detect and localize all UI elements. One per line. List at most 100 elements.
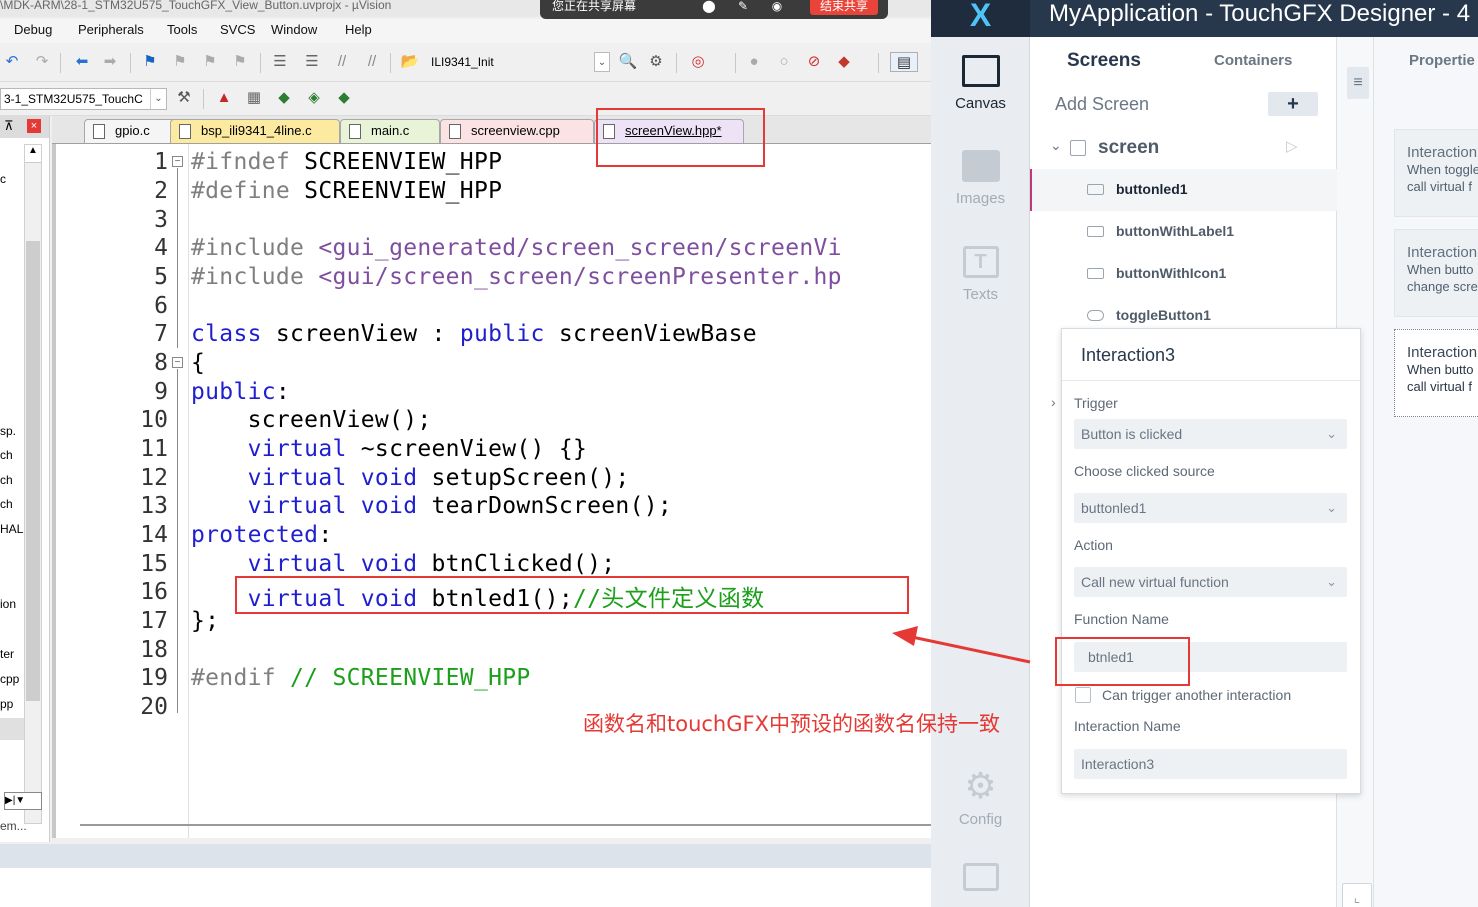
toggle-icon[interactable]: ⬤ bbox=[698, 0, 720, 14]
menu-debug[interactable]: Debug bbox=[14, 22, 52, 38]
code-line: #include <gui_generated/screen_screen/sc… bbox=[191, 235, 842, 261]
chevron-right-icon[interactable]: › bbox=[1051, 394, 1056, 410]
menu-window[interactable]: Window bbox=[271, 22, 317, 38]
redo-icon[interactable]: ↷ bbox=[32, 52, 52, 72]
project-item[interactable]: pp bbox=[0, 697, 13, 711]
annotation-box-function bbox=[1055, 637, 1190, 686]
interaction-name-label: Interaction Name bbox=[1074, 718, 1181, 734]
pack-installer-icon[interactable]: ◆ bbox=[334, 88, 354, 108]
resize-icon[interactable]: ⌞ bbox=[1342, 883, 1372, 907]
tab-bsp-ili9341[interactable]: bsp_ili9341_4line.c bbox=[170, 119, 340, 143]
bookmark-clear-icon[interactable]: ⚑ bbox=[230, 52, 250, 72]
pen-icon[interactable]: ✎ bbox=[732, 0, 754, 14]
project-item[interactable]: c bbox=[0, 172, 6, 186]
breakpoint-kill-icon[interactable]: ⊘ bbox=[804, 52, 824, 72]
play-icon[interactable]: ▷ bbox=[1286, 137, 1298, 155]
find-in-files-icon[interactable]: 📂 bbox=[400, 52, 420, 72]
menu-help[interactable]: Help bbox=[345, 22, 372, 38]
code-token: virtual void bbox=[191, 465, 418, 491]
project-item[interactable]: sp. bbox=[0, 424, 16, 438]
debug-session-icon[interactable]: ◎ bbox=[688, 52, 708, 72]
project-item[interactable]: ter bbox=[0, 647, 14, 661]
project-item[interactable]: em... bbox=[0, 819, 27, 833]
menu-svcs[interactable]: SVCS bbox=[220, 22, 255, 38]
comment-icon[interactable]: // bbox=[332, 52, 352, 72]
project-item[interactable]: ch bbox=[0, 448, 13, 462]
manage-packs-icon[interactable]: ▦ bbox=[244, 88, 264, 108]
bookmark-prev-icon[interactable]: ⚑ bbox=[170, 52, 190, 72]
breakpoint-disable-icon[interactable]: ○ bbox=[774, 52, 794, 72]
trigger-another-checkbox[interactable] bbox=[1075, 687, 1091, 703]
menu-icon[interactable]: ≡ bbox=[1347, 67, 1369, 99]
forward-icon[interactable]: ➡ bbox=[100, 52, 120, 72]
properties-title: Propertie bbox=[1409, 52, 1475, 69]
nav-config[interactable]: ⚙ Config bbox=[931, 767, 1030, 829]
rte-icon[interactable]: ◈ bbox=[304, 88, 324, 108]
tab-screenview-cpp[interactable]: screenview.cpp bbox=[440, 119, 594, 143]
menu-tools[interactable]: Tools bbox=[167, 22, 197, 38]
scroll-thumb[interactable] bbox=[26, 241, 40, 701]
project-item[interactable]: ch bbox=[0, 497, 13, 511]
add-screen-button[interactable]: + bbox=[1268, 92, 1318, 116]
stop-share-button[interactable]: 结束共享 bbox=[810, 0, 878, 15]
screen-tree-row[interactable]: ⌄ screen ▷ bbox=[1030, 127, 1337, 169]
function-combo[interactable]: ILI9341_Init ⌄ bbox=[428, 52, 610, 74]
indent-icon[interactable]: ☰ bbox=[270, 52, 290, 72]
chevron-down-icon[interactable]: ⌄ bbox=[594, 52, 610, 72]
project-item[interactable]: ch bbox=[0, 473, 13, 487]
interaction-name-input[interactable]: Interaction3 bbox=[1074, 749, 1347, 779]
scroll-right-icon[interactable]: ▶|▼ bbox=[4, 792, 42, 810]
chevron-down-icon: ⌄ bbox=[1326, 574, 1337, 589]
widget-row-buttonled1[interactable]: buttonled1 bbox=[1030, 169, 1337, 211]
widget-row-buttonwithicon1[interactable]: buttonWithIcon1 bbox=[1030, 253, 1337, 295]
project-item[interactable]: cpp bbox=[0, 672, 19, 686]
project-item[interactable]: ion bbox=[0, 597, 16, 611]
action-select[interactable]: Call new virtual function ⌄ bbox=[1074, 567, 1347, 597]
bookmark-next-icon[interactable]: ⚑ bbox=[200, 52, 220, 72]
interaction-card[interactable]: Interaction When butto change scre bbox=[1394, 229, 1478, 317]
selected-project-row[interactable] bbox=[0, 718, 24, 740]
fold-toggle-icon[interactable]: − bbox=[172, 156, 183, 167]
close-icon[interactable]: × bbox=[27, 119, 41, 133]
configure-icon[interactable]: ◆ bbox=[834, 52, 854, 72]
nav-canvas[interactable]: Canvas bbox=[931, 55, 1030, 112]
nav-texts[interactable]: T Texts bbox=[931, 246, 1030, 303]
select-packs-icon[interactable]: ◆ bbox=[274, 88, 294, 108]
breakpoint-icon[interactable]: ● bbox=[744, 52, 764, 72]
pin-icon[interactable]: ⊼ bbox=[4, 118, 14, 134]
chevron-down-icon[interactable]: ⌄ bbox=[150, 89, 166, 109]
nav-files[interactable] bbox=[931, 863, 1030, 891]
line-number: 3 bbox=[154, 207, 168, 233]
project-scrollbar[interactable]: ▲ bbox=[24, 144, 42, 824]
interaction-card[interactable]: Interaction When toggle call virtual f bbox=[1394, 129, 1478, 217]
nav-images[interactable]: Images bbox=[931, 150, 1030, 207]
code-token: screenView : bbox=[261, 321, 460, 347]
target-combo[interactable]: 3-1_STM32U575_TouchC ⌄ bbox=[0, 88, 167, 110]
manage-project-icon[interactable]: ▲ bbox=[214, 88, 234, 108]
source-select[interactable]: buttonled1 ⌄ bbox=[1074, 493, 1347, 523]
unindent-icon[interactable]: ☰ bbox=[302, 52, 322, 72]
uncomment-icon[interactable]: // bbox=[362, 52, 382, 72]
undo-icon[interactable]: ↶ bbox=[2, 52, 22, 72]
project-item[interactable]: HAL bbox=[0, 522, 23, 536]
widget-row-buttonwithlabel1[interactable]: buttonWithLabel1 bbox=[1030, 211, 1337, 253]
hscroll-track[interactable] bbox=[80, 824, 931, 826]
window-layout-icon[interactable]: ▤ bbox=[890, 52, 918, 72]
line-number: 7 bbox=[154, 321, 168, 347]
incremental-find-icon[interactable]: ⚙ bbox=[646, 52, 666, 72]
find-icon[interactable]: 🔍 bbox=[618, 52, 638, 72]
back-icon[interactable]: ⬅ bbox=[72, 52, 92, 72]
tab-main-c[interactable]: main.c bbox=[340, 119, 440, 143]
menu-peripherals[interactable]: Peripherals bbox=[78, 22, 144, 38]
bookmark-icon[interactable]: ⚑ bbox=[140, 52, 160, 72]
chevron-down-icon[interactable]: ⌄ bbox=[1050, 137, 1062, 154]
options-target-icon[interactable]: ⚒ bbox=[174, 88, 194, 108]
tab-screens[interactable]: Screens bbox=[1067, 50, 1141, 72]
eye-off-icon[interactable]: ◉ bbox=[766, 0, 788, 14]
interaction-card-selected[interactable]: Interaction When butto call virtual f bbox=[1394, 329, 1478, 417]
trigger-select[interactable]: Button is clicked ⌄ bbox=[1074, 419, 1347, 449]
fold-toggle-icon[interactable]: − bbox=[172, 357, 183, 368]
touchgfx-logo-icon[interactable]: X bbox=[931, 0, 1030, 37]
tab-containers[interactable]: Containers bbox=[1214, 52, 1292, 69]
scroll-up-icon[interactable]: ▲ bbox=[25, 145, 41, 163]
